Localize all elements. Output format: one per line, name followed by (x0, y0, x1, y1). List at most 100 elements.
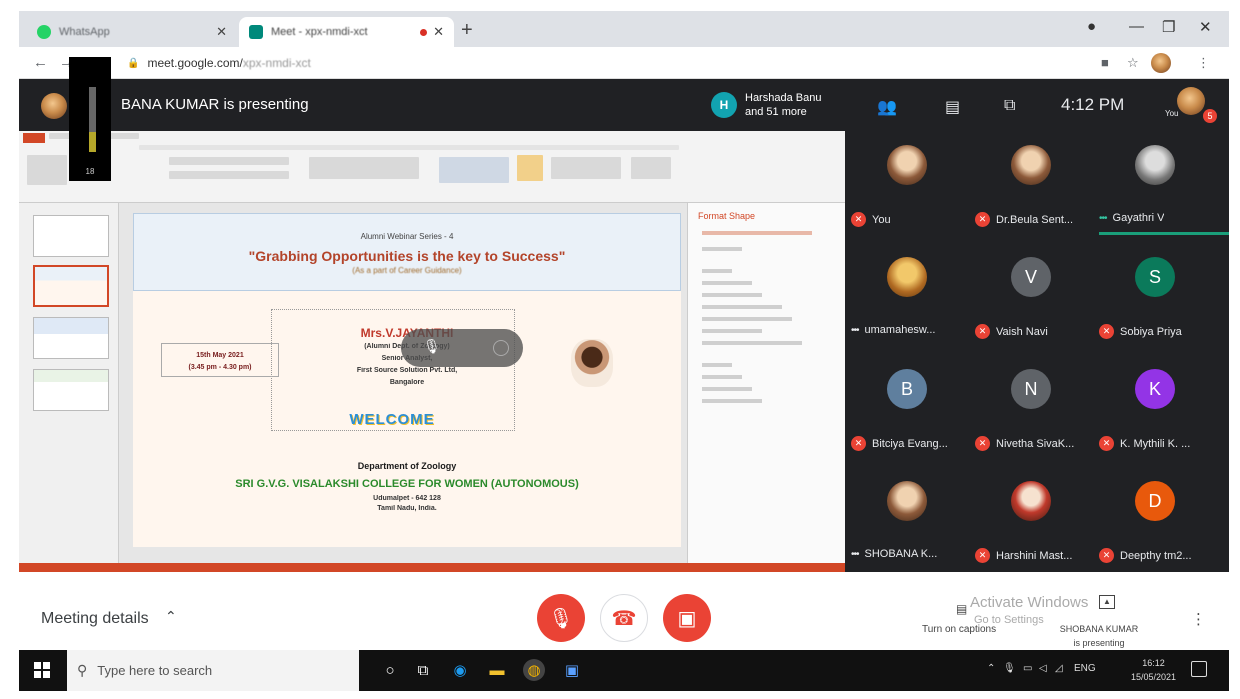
url-field[interactable]: 🔒 meet.google.com/ xpx-nmdi-xct (127, 53, 311, 73)
taskbar-search[interactable]: ⚲ Type here to search (67, 650, 359, 691)
participant-tile[interactable]: V ✕ Vaish Navi (969, 243, 1093, 345)
browser-tab-strip: WhatsApp ✕ Meet - xpx-nmdi-xct ✕ + ● — ❐… (19, 11, 1229, 47)
hang-up-icon: ☎ (611, 607, 637, 630)
notifications-icon[interactable] (1191, 661, 1207, 677)
participant-tile[interactable]: D ✕ Deepthy tm2... (1093, 467, 1217, 569)
presenter-mic-overlay[interactable]: 🎙 (401, 329, 523, 367)
overlay-more-icon[interactable] (493, 340, 509, 356)
taskbar-clock[interactable]: 16:12 15/05/2021 (1131, 656, 1176, 684)
chrome-icon[interactable]: ◍ (523, 659, 545, 681)
more-options-icon[interactable]: ⋮ (1191, 610, 1206, 628)
muted-mic-icon: ✕ (1099, 436, 1114, 451)
department: Department of Zoology (357, 461, 457, 471)
tab-meet[interactable]: Meet - xpx-nmdi-xct ✕ (239, 17, 454, 47)
participant-tile[interactable]: ✕ Dr.Beula Sent... (969, 131, 1093, 233)
participant-tile[interactable]: ✕ Harshini Mast... (969, 467, 1093, 569)
address-line: Udumalpet - 642 128 (373, 495, 441, 502)
participant-initial: V (1011, 257, 1051, 297)
notification-badge: 5 (1203, 109, 1217, 123)
profile-dot-icon[interactable]: ● (1087, 18, 1096, 35)
participant-tile[interactable]: B ✕ Bitciya Evang... (845, 355, 969, 457)
participant-tile[interactable]: S ✕ Sobiya Priya (1093, 243, 1217, 345)
tab-title: Meet - xpx-nmdi-xct (271, 26, 368, 38)
ppt-ribbon (19, 131, 845, 203)
taskbar-date: 15/05/2021 (1131, 672, 1177, 682)
ppt-file-tab (23, 133, 45, 143)
address-bar: ← → ↻ 🔒 meet.google.com/ xpx-nmdi-xct ■ … (19, 47, 1229, 79)
meeting-details-button[interactable]: Meeting details (41, 610, 149, 628)
audio-dots-icon: ••• (851, 324, 859, 336)
close-window-button[interactable]: ✕ (1199, 18, 1212, 36)
slide-title-band: Alumni Webinar Series - 4 "Grabbing Oppo… (133, 213, 681, 291)
task-view-icon[interactable]: ⧉ (412, 659, 434, 681)
presentation-stage: Alumni Webinar Series - 4 "Grabbing Oppo… (19, 131, 845, 572)
bookmark-star-icon[interactable]: ☆ (1127, 55, 1139, 71)
chat-icon[interactable]: ▤ (945, 97, 960, 117)
slide-thumbnail[interactable] (33, 369, 109, 411)
muted-mic-icon: ✕ (975, 548, 990, 563)
browser-menu-icon[interactable]: ⋮ (1197, 55, 1210, 71)
participant-name: Bitciya Evang... (872, 437, 948, 450)
presenting-status[interactable]: SHOBANA KUMAR is presenting (1057, 622, 1141, 650)
new-tab-button[interactable]: + (461, 19, 473, 42)
you-label: You (1165, 109, 1179, 118)
participant-name: Harshini Mast... (996, 549, 1073, 562)
cortana-icon[interactable]: ○ (379, 659, 401, 681)
current-slide: Alumni Webinar Series - 4 "Grabbing Oppo… (133, 213, 681, 547)
speaking-indicator-icon: ••• (1099, 212, 1107, 224)
welcome-graphic: WELCOME (349, 411, 435, 428)
participant-tile[interactable]: N ✕ Nivetha SivaK... (969, 355, 1093, 457)
camera-blocked-icon[interactable]: ■ (1101, 55, 1109, 70)
college-name: SRI G.V.G. VISALAKSHI COLLEGE FOR WOMEN … (235, 478, 579, 490)
app-icon[interactable]: ▣ (561, 659, 583, 681)
back-icon[interactable]: ← (33, 54, 48, 71)
participant-name: Vaish Navi (996, 325, 1048, 338)
close-tab-icon[interactable]: ✕ (433, 24, 444, 40)
slide-thumbnail[interactable] (33, 215, 109, 257)
slide-thumbnail[interactable] (33, 265, 109, 307)
captions-icon[interactable]: ▤ (956, 602, 967, 616)
participant-tile[interactable]: ••• umamahesw... (845, 243, 969, 345)
muted-mic-icon: ✕ (1099, 548, 1114, 563)
windows-taskbar: ⚲ Type here to search ○ ⧉ ◉ ▬ ◍ ▣ ⌃ 🎙 ▭ … (19, 650, 1229, 691)
participant-tile[interactable]: ••• SHOBANA K... (845, 467, 969, 569)
tray-chevron-icon[interactable]: ⌃ (987, 663, 995, 674)
participant-badge: H (711, 92, 737, 118)
participant-avatar (887, 145, 927, 185)
mic-off-icon: 🎙 (548, 607, 574, 630)
event-date-box: 15th May 2021 (3.45 pm - 4.30 pm) (161, 343, 279, 377)
tray-mic-icon[interactable]: 🎙 (1003, 663, 1016, 674)
participants-summary[interactable]: Harshada Banu and 51 more (745, 91, 821, 119)
whatsapp-icon (37, 25, 51, 39)
participant-tile[interactable]: ••• Gayathri V (1093, 131, 1229, 235)
present-screen-icon[interactable]: ▲ (1099, 595, 1115, 609)
pane-title: Format Shape (698, 211, 756, 221)
file-explorer-icon[interactable]: ▬ (486, 659, 508, 681)
participant-tile[interactable]: K ✕ K. Mythili K. ... (1093, 355, 1217, 457)
event-time: (3.45 pm - 4.30 pm) (188, 364, 252, 371)
volume-icon[interactable]: ◁ (1039, 663, 1047, 674)
screen: WhatsApp ✕ Meet - xpx-nmdi-xct ✕ + ● — ❐… (19, 11, 1229, 691)
windows-start-icon[interactable] (34, 662, 50, 678)
maximize-button[interactable]: ❐ (1162, 18, 1175, 36)
close-tab-icon[interactable]: ✕ (216, 24, 227, 40)
language-indicator[interactable]: ENG (1074, 663, 1096, 674)
edge-icon[interactable]: ◉ (449, 659, 471, 681)
leave-call-button[interactable]: ☎ (600, 594, 648, 642)
self-avatar[interactable] (1177, 87, 1205, 115)
tab-whatsapp[interactable]: WhatsApp ✕ (27, 17, 237, 47)
profile-avatar[interactable] (1151, 53, 1171, 73)
camera-toggle-button[interactable]: ▣ (663, 594, 711, 642)
battery-icon[interactable]: ▭ (1023, 663, 1032, 674)
participant-tile[interactable]: ✕ You (845, 131, 969, 233)
participant-avatar (1135, 145, 1175, 185)
taskbar-time: 16:12 (1142, 658, 1165, 668)
minimize-button[interactable]: — (1129, 18, 1144, 35)
camera-off-icon: ▣ (677, 607, 697, 630)
mic-toggle-button[interactable]: 🎙 (537, 594, 585, 642)
chevron-up-icon[interactable]: ⌃ (165, 608, 177, 625)
network-icon[interactable]: ◿ (1055, 663, 1063, 674)
activities-icon[interactable]: ⧉ (1004, 97, 1015, 115)
people-icon[interactable]: 👥 (877, 97, 897, 117)
slide-thumbnail[interactable] (33, 317, 109, 359)
